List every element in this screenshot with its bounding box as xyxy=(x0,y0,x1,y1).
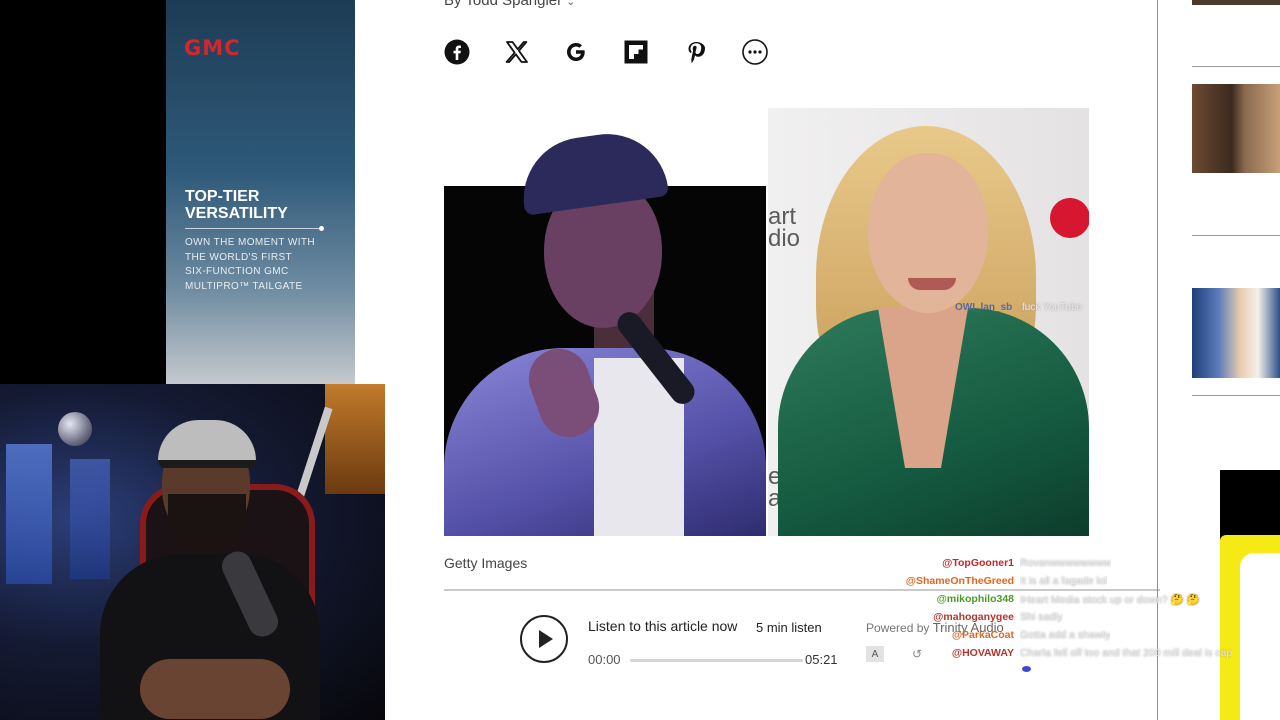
chat-message: @TopGooner1 xyxy=(942,557,1014,569)
chat-message: @HOVAWAY xyxy=(952,647,1014,659)
chat-username: @HOVAWAY xyxy=(951,647,1014,659)
play-button[interactable] xyxy=(520,615,568,663)
translate-icon[interactable]: A xyxy=(866,646,884,662)
disco-ball xyxy=(58,412,92,446)
chat-username: @mikophilo348 xyxy=(936,593,1014,605)
backdrop-logo-text: dio xyxy=(768,225,801,252)
chat-message-text: Shi sadly xyxy=(1020,611,1063,623)
total-time: 05:21 xyxy=(805,652,838,667)
column-divider xyxy=(1157,0,1158,720)
chat-floating-message: fuck YouTube xyxy=(1022,302,1083,313)
chat-username: @ParkaCoat xyxy=(951,629,1014,641)
gmc-advertisement[interactable]: GMC TOP-TIER VERSATILITY OWN THE MOMENT … xyxy=(166,0,355,384)
flipboard-icon[interactable] xyxy=(622,38,650,66)
current-time: 00:00 xyxy=(588,652,621,667)
ad-divider xyxy=(185,226,324,231)
chat-message: @ShameOnTheGreed xyxy=(906,575,1014,587)
chat-username: @TopGooner1 xyxy=(942,557,1014,569)
chat-message-text: Gotta add a shawty xyxy=(1020,629,1111,641)
chat-floating-user: OWI_lan_sb xyxy=(955,302,1013,313)
background-door xyxy=(325,384,385,494)
person-smile xyxy=(908,278,956,290)
chat-username: @ShameOnTheGreed xyxy=(905,575,1014,587)
sidebar-divider xyxy=(1192,66,1280,67)
chat-message: @mikophilo348 xyxy=(937,593,1014,605)
ad-headline: TOP-TIER VERSATILITY xyxy=(185,188,288,222)
audio-progress-bar[interactable] xyxy=(630,659,803,662)
streamer-webcam xyxy=(0,384,385,720)
listen-label: Listen to this article now xyxy=(588,618,738,634)
listen-duration: 5 min listen xyxy=(756,620,822,635)
sidebar-divider xyxy=(1192,395,1280,396)
pinterest-icon[interactable] xyxy=(682,38,710,66)
black-background xyxy=(0,0,166,384)
image-caption: Getty Images xyxy=(444,555,528,571)
more-icon[interactable] xyxy=(741,38,769,66)
facebook-icon[interactable] xyxy=(443,38,471,66)
chat-message-text: Rovanwwwwwwww xyxy=(1020,557,1112,569)
chat-message: @ParkaCoat xyxy=(952,629,1014,641)
article-byline[interactable]: By Todd Spangler ⌄ xyxy=(444,0,575,9)
sidebar-thumbnail[interactable] xyxy=(1192,84,1280,173)
article-photo-right: art dio eart adio xyxy=(768,108,1089,536)
sidebar-thumbnail[interactable] xyxy=(1192,0,1280,5)
screen: GMC TOP-TIER VERSATILITY OWN THE MOMENT … xyxy=(0,0,1280,720)
gmc-logo: GMC xyxy=(184,36,241,60)
x-icon[interactable] xyxy=(503,38,531,66)
ad-body-text: OWN THE MOMENT WITH THE WORLD'S FIRST SI… xyxy=(185,237,315,292)
google-icon[interactable] xyxy=(562,38,590,66)
chat-message: @mahoganygee xyxy=(933,611,1014,623)
rewind-icon[interactable]: ↺ xyxy=(908,646,926,662)
powered-by-label: Powered by xyxy=(866,621,930,635)
sidebar-thumbnail[interactable] xyxy=(1192,288,1280,378)
iheart-logo xyxy=(1050,198,1089,238)
chat-message-text: Charla fell off too and that 200 mill de… xyxy=(1020,647,1233,659)
blue-panel-light xyxy=(6,444,52,584)
sidebar-ad[interactable] xyxy=(1220,470,1280,720)
chat-username: @mahoganygee xyxy=(933,611,1014,623)
blue-panel-light xyxy=(70,459,110,579)
sidebar-ad-panel xyxy=(1220,535,1280,720)
article-photo-left xyxy=(444,108,766,536)
streamer-hands xyxy=(140,659,290,719)
chat-message-text: It is all a fagade lol xyxy=(1020,575,1107,587)
chat-emote-icon xyxy=(1022,666,1031,672)
divider-line xyxy=(444,589,1160,591)
chat-message-text: iHeart Media stock up or down? 🤔 🤔 xyxy=(1020,594,1200,606)
sidebar-divider xyxy=(1192,235,1280,236)
streamer-cap xyxy=(158,420,256,468)
chevron-down-icon[interactable]: ⌄ xyxy=(566,0,575,8)
author-name[interactable]: By Todd Spangler xyxy=(444,0,562,9)
